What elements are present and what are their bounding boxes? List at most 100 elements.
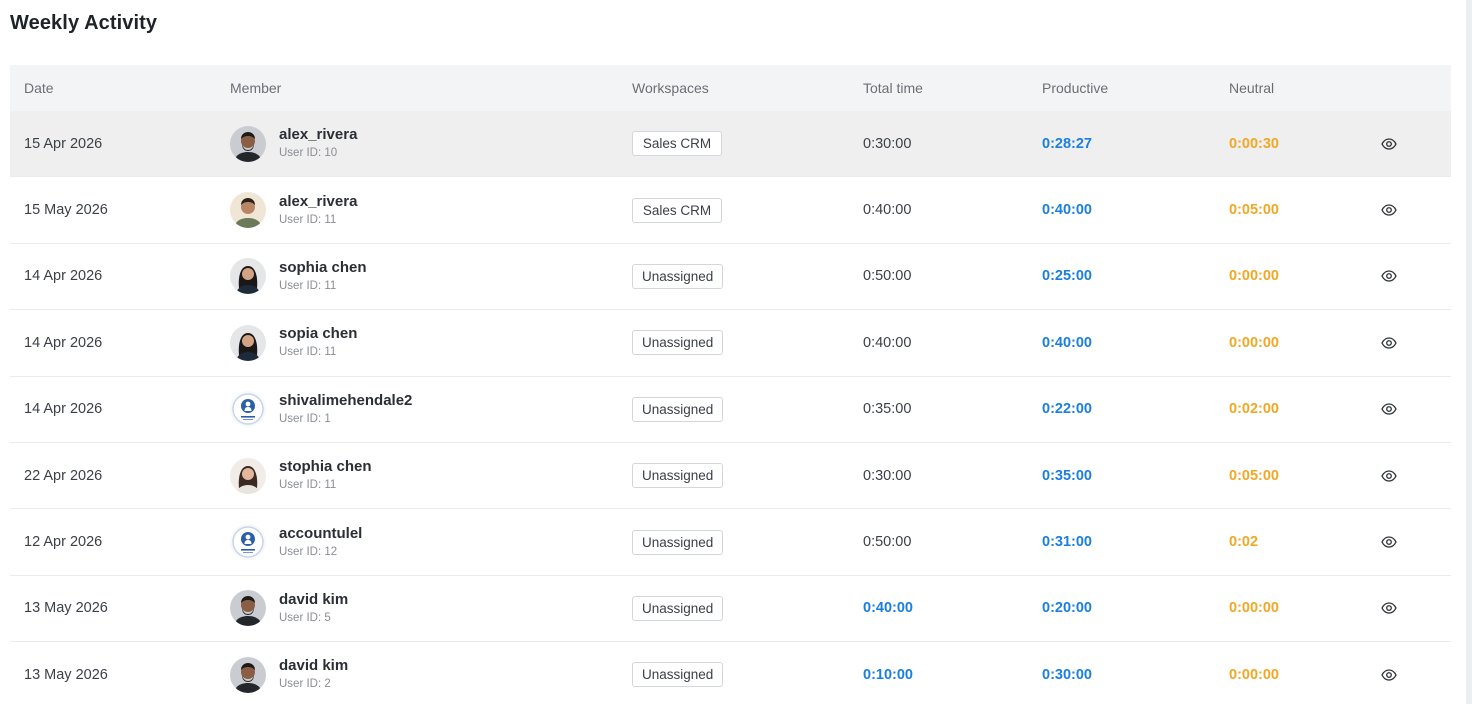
eye-icon[interactable] bbox=[1381, 268, 1397, 284]
table-row[interactable]: 15 May 2026 alex_rivera User ID: 11 Sales C… bbox=[10, 177, 1451, 244]
workspace-cell: Unassigned bbox=[632, 377, 724, 442]
productive-time-cell: 0:35:00 bbox=[1042, 467, 1092, 484]
table-row[interactable]: 14 Apr 2026 sopia chen User ID: 11 Unassign… bbox=[10, 310, 1451, 377]
avatar bbox=[230, 324, 266, 361]
workspace-cell: Sales CRM bbox=[632, 177, 722, 242]
workspace-cell: Unassigned bbox=[632, 509, 724, 574]
view-details-button[interactable] bbox=[1378, 111, 1400, 176]
member-name: stophia chen bbox=[279, 458, 372, 476]
neutral-time-cell: 0:00:00 bbox=[1229, 600, 1279, 617]
column-header-member[interactable]: Member bbox=[230, 65, 281, 111]
total-time-cell: 0:40:00 bbox=[863, 202, 912, 219]
neutral-time-cell: 0:00:00 bbox=[1229, 666, 1279, 683]
column-header-workspaces[interactable]: Workspaces bbox=[632, 65, 709, 111]
member-name: david kim bbox=[279, 657, 349, 675]
member-name: david kim bbox=[279, 590, 349, 608]
member-cell: stophia chen User ID: 11 bbox=[230, 443, 372, 508]
avatar bbox=[230, 125, 266, 162]
table-row[interactable]: 15 Apr 2026 alex_rivera User ID: 10 Sales C… bbox=[10, 111, 1451, 178]
table-row[interactable]: 12 Apr 2026 accountulel User ID: 12 Unassig… bbox=[10, 509, 1451, 576]
date-cell: 15 Apr 2026 bbox=[24, 135, 103, 152]
workspace-badge: Unassigned bbox=[632, 662, 724, 688]
member-name: accountulel bbox=[279, 524, 363, 542]
eye-icon[interactable] bbox=[1381, 534, 1397, 550]
productive-time-cell: 0:25:00 bbox=[1042, 268, 1092, 285]
date-cell: 14 Apr 2026 bbox=[24, 268, 103, 285]
member-cell: alex_rivera User ID: 10 bbox=[230, 111, 357, 176]
avatar bbox=[230, 192, 266, 229]
workspace-badge: Unassigned bbox=[632, 463, 724, 489]
eye-icon[interactable] bbox=[1381, 401, 1397, 417]
member-user-id: User ID: 2 bbox=[279, 678, 331, 691]
table-header: Date Member Workspaces Total time Produc… bbox=[10, 65, 1451, 111]
workspace-cell: Unassigned bbox=[632, 642, 724, 704]
column-header-neutral[interactable]: Neutral bbox=[1229, 65, 1274, 111]
avatar bbox=[230, 524, 266, 561]
workspace-cell: Unassigned bbox=[632, 244, 724, 309]
view-details-button[interactable] bbox=[1378, 177, 1400, 242]
member-name: shivalimehendale2 bbox=[279, 391, 413, 409]
member-cell: accountulel User ID: 12 bbox=[230, 509, 362, 574]
date-cell: 15 May 2026 bbox=[24, 202, 108, 219]
workspace-cell: Unassigned bbox=[632, 576, 724, 641]
total-time-cell: 0:30:00 bbox=[863, 135, 912, 152]
member-user-id: User ID: 11 bbox=[279, 479, 337, 492]
eye-icon[interactable] bbox=[1381, 335, 1397, 351]
total-time-cell: 0:30:00 bbox=[863, 467, 912, 484]
member-cell: david kim User ID: 5 bbox=[230, 576, 348, 641]
window-edge bbox=[1466, 0, 1472, 704]
member-name: alex_rivera bbox=[279, 126, 358, 144]
table-row[interactable]: 14 Apr 2026 shivalimehendale2 User ID: 1 Un… bbox=[10, 377, 1451, 443]
eye-icon[interactable] bbox=[1381, 600, 1397, 616]
view-details-button[interactable] bbox=[1378, 509, 1400, 574]
view-details-button[interactable] bbox=[1378, 642, 1400, 704]
column-header-total-time[interactable]: Total time bbox=[863, 65, 923, 111]
workspace-badge: Unassigned bbox=[632, 595, 724, 621]
total-time-cell: 0:35:00 bbox=[863, 401, 912, 418]
total-time-cell: 0:40:00 bbox=[863, 334, 912, 351]
productive-time-cell: 0:40:00 bbox=[1042, 334, 1092, 351]
member-cell: alex_rivera User ID: 11 bbox=[230, 177, 357, 242]
table-row[interactable]: 14 Apr 2026 sophia chen User ID: 11 Unassig… bbox=[10, 244, 1451, 311]
eye-icon[interactable] bbox=[1381, 468, 1397, 484]
member-name: sopia chen bbox=[279, 325, 358, 343]
view-details-button[interactable] bbox=[1378, 310, 1400, 375]
member-user-id: User ID: 1 bbox=[279, 412, 331, 425]
workspace-cell: Unassigned bbox=[632, 443, 724, 508]
table-row[interactable]: 13 May 2026 david kim User ID: 5 Unassigned… bbox=[10, 576, 1451, 643]
productive-time-cell: 0:40:00 bbox=[1042, 202, 1092, 219]
column-header-date[interactable]: Date bbox=[24, 65, 54, 111]
view-details-button[interactable] bbox=[1378, 244, 1400, 309]
column-header-productive[interactable]: Productive bbox=[1042, 65, 1108, 111]
neutral-time-cell: 0:00:00 bbox=[1229, 268, 1279, 285]
member-user-id: User ID: 12 bbox=[279, 545, 338, 558]
eye-icon[interactable] bbox=[1381, 136, 1397, 152]
table-row[interactable]: 22 Apr 2026 stophia chen User ID: 11 Unassi… bbox=[10, 443, 1451, 510]
table-body: 15 Apr 2026 alex_rivera User ID: 10 Sales C… bbox=[10, 111, 1451, 704]
date-cell: 12 Apr 2026 bbox=[24, 534, 103, 551]
avatar bbox=[230, 590, 266, 627]
workspace-cell: Unassigned bbox=[632, 310, 724, 375]
neutral-time-cell: 0:00:30 bbox=[1229, 135, 1279, 152]
view-details-button[interactable] bbox=[1378, 377, 1400, 442]
workspace-badge: Unassigned bbox=[632, 529, 724, 555]
eye-icon[interactable] bbox=[1381, 202, 1397, 218]
total-time-cell: 0:50:00 bbox=[863, 534, 912, 551]
table-row[interactable]: 13 May 2026 david kim User ID: 2 Unassigned… bbox=[10, 642, 1451, 704]
avatar bbox=[230, 457, 266, 494]
total-time-cell: 0:10:00 bbox=[863, 666, 913, 683]
view-details-button[interactable] bbox=[1378, 576, 1400, 641]
neutral-time-cell: 0:05:00 bbox=[1229, 202, 1279, 219]
view-details-button[interactable] bbox=[1378, 443, 1400, 508]
member-cell: shivalimehendale2 User ID: 1 bbox=[230, 377, 412, 442]
eye-icon[interactable] bbox=[1381, 667, 1397, 683]
avatar bbox=[230, 391, 266, 428]
member-user-id: User ID: 5 bbox=[279, 611, 331, 624]
neutral-time-cell: 0:00:00 bbox=[1229, 334, 1279, 351]
member-cell: sopia chen User ID: 11 bbox=[230, 310, 357, 375]
productive-time-cell: 0:22:00 bbox=[1042, 401, 1092, 418]
member-cell: david kim User ID: 2 bbox=[230, 642, 348, 704]
activity-table: Date Member Workspaces Total time Produc… bbox=[10, 65, 1451, 704]
workspace-badge: Unassigned bbox=[632, 330, 724, 356]
date-cell: 14 Apr 2026 bbox=[24, 401, 103, 418]
